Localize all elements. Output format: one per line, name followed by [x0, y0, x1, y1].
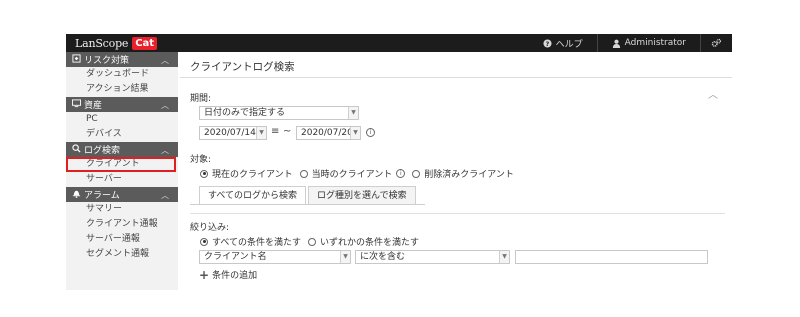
filter-radio-group: すべての条件を満たす いずれかの条件を満たす — [200, 235, 426, 248]
help-icon: ? — [543, 38, 552, 47]
user-menu[interactable]: Administrator — [598, 34, 701, 52]
logo-text: LanScope — [75, 36, 129, 50]
sidebar-section-label: 資産 — [84, 101, 103, 111]
tab-all-logs[interactable]: すべてのログから検索 — [199, 186, 307, 205]
radio-icon — [299, 169, 308, 178]
sidebar-item-dashboard[interactable]: ダッシュボード — [66, 67, 178, 82]
sidebar-item-summary[interactable]: サマリー — [66, 202, 178, 217]
end-date-input[interactable]: 2020/07/20 ▼ — [296, 126, 361, 140]
radio-selected-icon — [200, 237, 208, 246]
sidebar-item-segment-alert[interactable]: セグメント通報 — [66, 247, 178, 262]
period-mode-value: 日付のみで指定する — [204, 108, 286, 118]
equals-icon: ≡ — [271, 126, 280, 137]
monitor-icon — [71, 99, 81, 110]
gears-icon — [711, 38, 722, 47]
start-date-input[interactable]: 2020/07/14 ▼ — [199, 126, 267, 140]
logo-badge: Cat — [132, 36, 158, 50]
top-right-menu: ? ヘルプ Administrator — [529, 34, 732, 52]
filter-field-value: クライアント名 — [204, 252, 267, 262]
sidebar-section-log-search[interactable]: ログ検索 ︿ — [66, 142, 178, 157]
period-label: 期間: — [190, 94, 212, 104]
filter-divider — [190, 213, 725, 214]
target-label: 対象: — [190, 155, 212, 165]
sidebar-section-alarm[interactable]: アラーム ︿ — [66, 187, 178, 202]
tab-divider — [190, 204, 425, 205]
target-option-label: 削除済みクライアント — [424, 170, 514, 180]
radio-icon — [412, 169, 421, 178]
settings-button[interactable] — [701, 34, 732, 52]
add-condition-button[interactable]: + 条件の追加 — [199, 267, 258, 282]
filter-option-all[interactable]: すべての条件を満たす — [200, 235, 301, 248]
plus-icon: + — [199, 267, 210, 282]
end-date-value: 2020/07/20 — [301, 128, 353, 138]
title-divider — [180, 77, 732, 78]
help-link[interactable]: ? ヘルプ — [529, 34, 598, 52]
dropdown-arrow-icon: ▼ — [350, 127, 360, 139]
user-icon — [612, 39, 620, 48]
main-content: クライアントログ検索 ︿ 期間: 日付のみで指定する ▼ 2020/07/14 … — [180, 52, 732, 290]
dropdown-arrow-icon: ▼ — [348, 107, 358, 119]
sidebar-item-action-results[interactable]: アクション結果 — [66, 82, 178, 97]
sidebar-item-client[interactable]: クライアント — [66, 157, 176, 172]
dropdown-arrow-icon: ▼ — [499, 251, 509, 263]
top-bar: LanScope Cat ? ヘルプ Administrator — [66, 34, 732, 52]
svg-text:?: ? — [545, 40, 549, 47]
target-option-then[interactable]: 当時のクライアント i — [299, 167, 406, 180]
chevron-up-icon: ︿ — [161, 101, 169, 110]
sidebar-item-server[interactable]: サーバー — [66, 172, 178, 187]
sidebar-item-server-alert[interactable]: サーバー通報 — [66, 232, 178, 247]
page-title: クライアントログ検索 — [190, 61, 295, 73]
app-logo[interactable]: LanScope Cat — [75, 36, 158, 50]
chevron-up-icon[interactable]: ︿ — [708, 86, 718, 101]
range-separator: ~ — [283, 126, 292, 137]
filter-value-input[interactable] — [515, 250, 708, 264]
sidebar: リスク対策 ︿ ダッシュボード アクション結果 資産 ︿ PC デバイス ログ検… — [66, 52, 178, 290]
chevron-up-icon: ︿ — [161, 146, 169, 155]
start-date-value: 2020/07/14 — [204, 128, 256, 138]
filter-option-label: いずれかの条件を満たす — [320, 238, 420, 248]
filter-operator-select[interactable]: に次を含む ▼ — [355, 250, 510, 264]
chevron-up-icon: ︿ — [161, 191, 169, 200]
bell-icon — [71, 189, 81, 200]
dropdown-arrow-icon: ▼ — [340, 251, 350, 263]
filter-field-select[interactable]: クライアント名 ▼ — [199, 250, 351, 264]
help-label: ヘルプ — [555, 39, 583, 50]
filter-operator-value: に次を含む — [360, 252, 406, 262]
target-option-label: 当時のクライアント — [311, 170, 393, 180]
sidebar-section-risk[interactable]: リスク対策 ︿ — [66, 52, 178, 67]
target-option-label: 現在のクライアント — [212, 170, 293, 180]
sidebar-section-label: ログ検索 — [84, 146, 121, 156]
target-option-current[interactable]: 現在のクライアント — [200, 167, 293, 180]
add-condition-label: 条件の追加 — [212, 271, 258, 281]
search-mode-tabs: すべてのログから検索 ログ種別を選んで検索 — [199, 186, 418, 205]
user-label: Administrator — [624, 38, 686, 48]
period-mode-select[interactable]: 日付のみで指定する ▼ — [199, 106, 359, 120]
radio-icon — [308, 237, 317, 246]
sidebar-item-pc[interactable]: PC — [66, 112, 178, 127]
search-icon — [71, 144, 81, 155]
risk-icon — [71, 54, 81, 65]
info-icon[interactable]: i — [366, 128, 375, 137]
info-icon[interactable]: i — [396, 169, 406, 178]
filter-option-any[interactable]: いずれかの条件を満たす — [308, 235, 419, 248]
chevron-up-icon: ︿ — [161, 56, 169, 65]
filter-option-label: すべての条件を満たす — [212, 238, 302, 248]
sidebar-section-assets[interactable]: 資産 ︿ — [66, 97, 178, 112]
sidebar-section-label: リスク対策 — [84, 56, 130, 66]
radio-selected-icon — [200, 169, 208, 178]
sidebar-item-client-alert[interactable]: クライアント通報 — [66, 217, 178, 232]
dropdown-arrow-icon: ▼ — [256, 127, 266, 139]
sidebar-section-label: アラーム — [84, 191, 120, 201]
target-radio-group: 現在のクライアント 当時のクライアント i 削除済みクライアント — [200, 167, 521, 180]
tab-log-type[interactable]: ログ種別を選んで検索 — [308, 186, 416, 205]
sidebar-item-device[interactable]: デバイス — [66, 127, 178, 142]
filter-label: 絞り込み: — [190, 223, 230, 233]
target-option-deleted[interactable]: 削除済みクライアント — [412, 167, 514, 180]
